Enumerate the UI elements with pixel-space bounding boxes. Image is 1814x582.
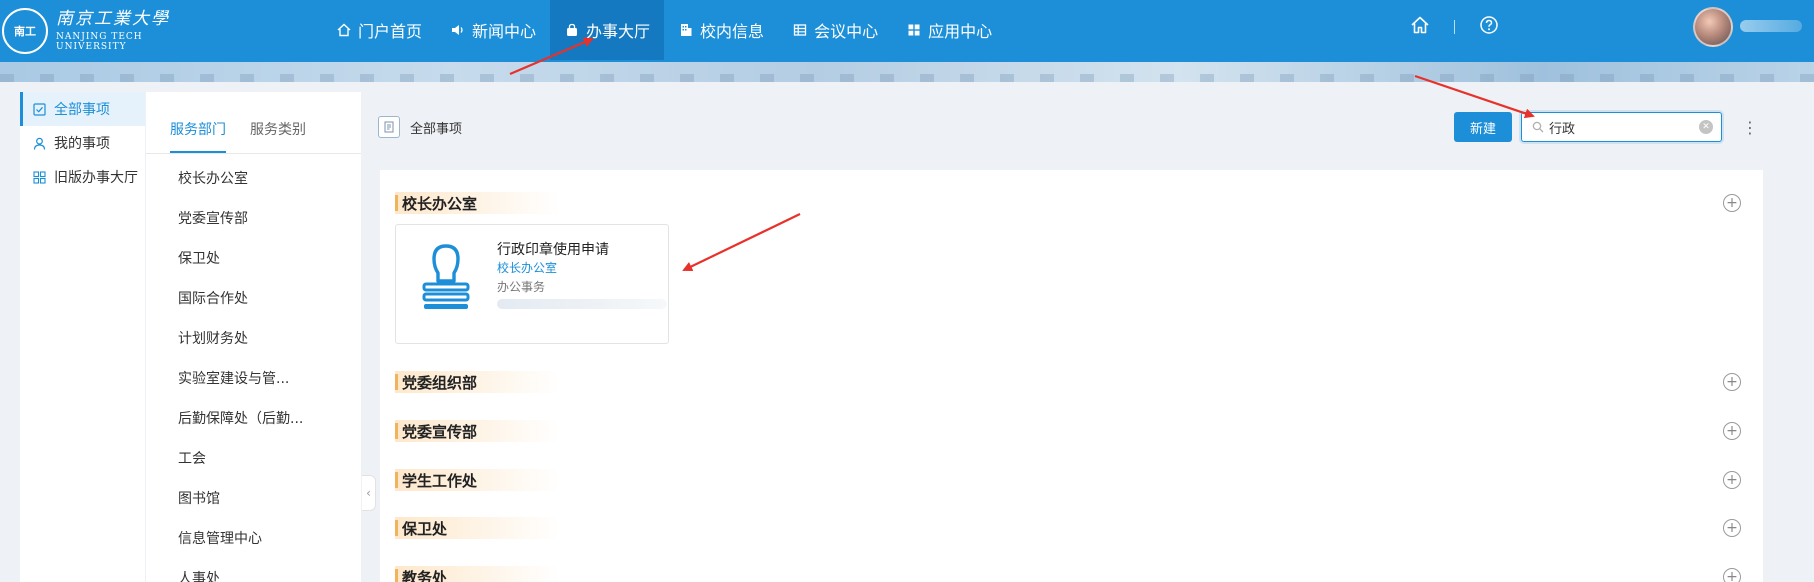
section-student-affairs: 学生工作处 + — [395, 469, 1755, 491]
section-title: 教务处 — [395, 566, 560, 582]
add-circle-icon[interactable]: + — [1723, 373, 1741, 391]
home-button[interactable] — [1400, 7, 1440, 47]
department-item[interactable]: 实验室建设与管... — [146, 358, 361, 398]
department-list: 校长办公室 党委宣传部 保卫处 国际合作处 计划财务处 实验室建设与管... 后… — [146, 154, 361, 582]
nav-item-portal-home[interactable]: 门户首页 — [322, 0, 436, 60]
home-icon — [336, 22, 352, 38]
search-icon — [1531, 120, 1545, 134]
sidebar-item-my-matters[interactable]: 我的事项 — [20, 126, 145, 160]
user-name-redacted[interactable] — [1740, 20, 1802, 32]
search-input[interactable] — [1549, 119, 1699, 135]
add-circle-icon[interactable]: + — [1723, 568, 1741, 582]
sidebar-item-all-matters[interactable]: 全部事项 — [20, 92, 145, 126]
logo-name-cn: 南京工業大學 — [56, 8, 170, 29]
nav-item-service-hall[interactable]: 办事大厅 — [550, 0, 665, 60]
bag-icon — [564, 22, 580, 38]
help-button[interactable] — [1469, 7, 1509, 47]
department-item[interactable]: 保卫处 — [146, 238, 361, 278]
add-circle-icon[interactable]: + — [1723, 194, 1741, 212]
section-organization-dept: 党委组织部 + — [395, 371, 1755, 393]
left-sidebar: 全部事项 我的事项 旧版办事大厅 — [20, 92, 145, 582]
top-navigation-bar: 南工 南京工業大學 NANJING TECH UNIVERSITY 门户首页 新… — [0, 0, 1814, 62]
collapse-panel-button[interactable]: ‹ — [362, 475, 376, 511]
stamp-icon — [416, 239, 476, 315]
more-options-icon[interactable]: ⋮ — [1740, 116, 1760, 138]
grid-icon — [906, 22, 922, 38]
section-title: 党委宣传部 — [395, 420, 560, 442]
checkbox-icon — [32, 102, 46, 116]
top-tools — [1400, 0, 1509, 54]
document-icon — [378, 116, 400, 138]
logo-seal-icon: 南工 — [2, 8, 48, 54]
section-title: 校长办公室 — [395, 192, 560, 214]
section-title: 党委组织部 — [395, 371, 560, 393]
user-icon — [32, 136, 46, 150]
department-item[interactable]: 工会 — [146, 438, 361, 478]
grid-icon — [32, 170, 46, 184]
service-list: 校长办公室 + 行政印章使用申请 校长办公室 办公事务 党委组织部 + 党委宣传… — [380, 170, 1763, 582]
nav-item-campus-info[interactable]: 校内信息 — [664, 0, 778, 60]
card-department: 校长办公室 — [497, 261, 558, 275]
table-icon — [792, 22, 808, 38]
speaker-icon — [450, 22, 466, 38]
department-item[interactable]: 校长办公室 — [146, 158, 361, 198]
sidebar-item-legacy-hall[interactable]: 旧版办事大厅 — [20, 160, 145, 194]
main-nav: 门户首页 新闻中心 办事大厅 校内信息 会议中心 应用中心 — [322, 0, 1006, 60]
tab-service-category[interactable]: 服务类别 — [250, 119, 306, 153]
add-circle-icon[interactable]: + — [1723, 471, 1741, 489]
section-title: 保卫处 — [395, 517, 560, 539]
nav-item-news[interactable]: 新闻中心 — [436, 0, 550, 60]
card-title: 行政印章使用申请 — [497, 242, 609, 258]
help-icon — [1479, 15, 1499, 39]
department-item[interactable]: 国际合作处 — [146, 278, 361, 318]
add-circle-icon[interactable]: + — [1723, 519, 1741, 537]
nav-item-app-center[interactable]: 应用中心 — [892, 0, 1006, 60]
banner-image — [0, 62, 1814, 82]
section-academic-affairs: 教务处 + — [395, 566, 1755, 582]
building-icon — [678, 22, 694, 38]
clear-search-icon[interactable]: ✕ — [1699, 120, 1713, 134]
section-title: 学生工作处 — [395, 469, 560, 491]
search-box[interactable]: ✕ — [1521, 112, 1722, 142]
card-description-redacted — [497, 299, 667, 309]
user-avatar[interactable] — [1693, 7, 1733, 47]
section-publicity-dept: 党委宣传部 + — [395, 420, 1755, 442]
department-item[interactable]: 党委宣传部 — [146, 198, 361, 238]
toolbar-divider — [1454, 20, 1455, 34]
service-card[interactable]: 行政印章使用申请 校长办公室 办公事务 — [395, 224, 669, 344]
breadcrumb: 全部事项 — [410, 122, 463, 137]
department-item[interactable]: 计划财务处 — [146, 318, 361, 358]
section-principal-office: 校长办公室 + — [395, 192, 1755, 214]
tab-service-department[interactable]: 服务部门 — [170, 119, 226, 153]
section-security: 保卫处 + — [395, 517, 1755, 539]
card-category: 办公事务 — [497, 280, 546, 294]
home-icon — [1410, 15, 1430, 39]
logo-name-en: NANJING TECH UNIVERSITY — [56, 31, 143, 52]
new-button[interactable]: 新建 — [1454, 112, 1512, 142]
department-item[interactable]: 后勤保障处（后勤... — [146, 398, 361, 438]
university-logo[interactable]: 南工 南京工業大學 NANJING TECH UNIVERSITY — [0, 0, 170, 62]
chevron-left-icon: ‹ — [366, 486, 371, 500]
main-header: 全部事项 新建 ✕ ⋮ — [362, 92, 1814, 160]
nav-item-meeting-center[interactable]: 会议中心 — [778, 0, 892, 60]
department-item[interactable]: 图书馆 — [146, 478, 361, 518]
department-item[interactable]: 信息管理中心 — [146, 518, 361, 558]
add-circle-icon[interactable]: + — [1723, 422, 1741, 440]
department-tabs: 服务部门 服务类别 — [146, 92, 361, 154]
department-item[interactable]: 人事处 — [146, 558, 361, 582]
department-panel: 服务部门 服务类别 校长办公室 党委宣传部 保卫处 国际合作处 计划财务处 实验… — [146, 92, 361, 582]
